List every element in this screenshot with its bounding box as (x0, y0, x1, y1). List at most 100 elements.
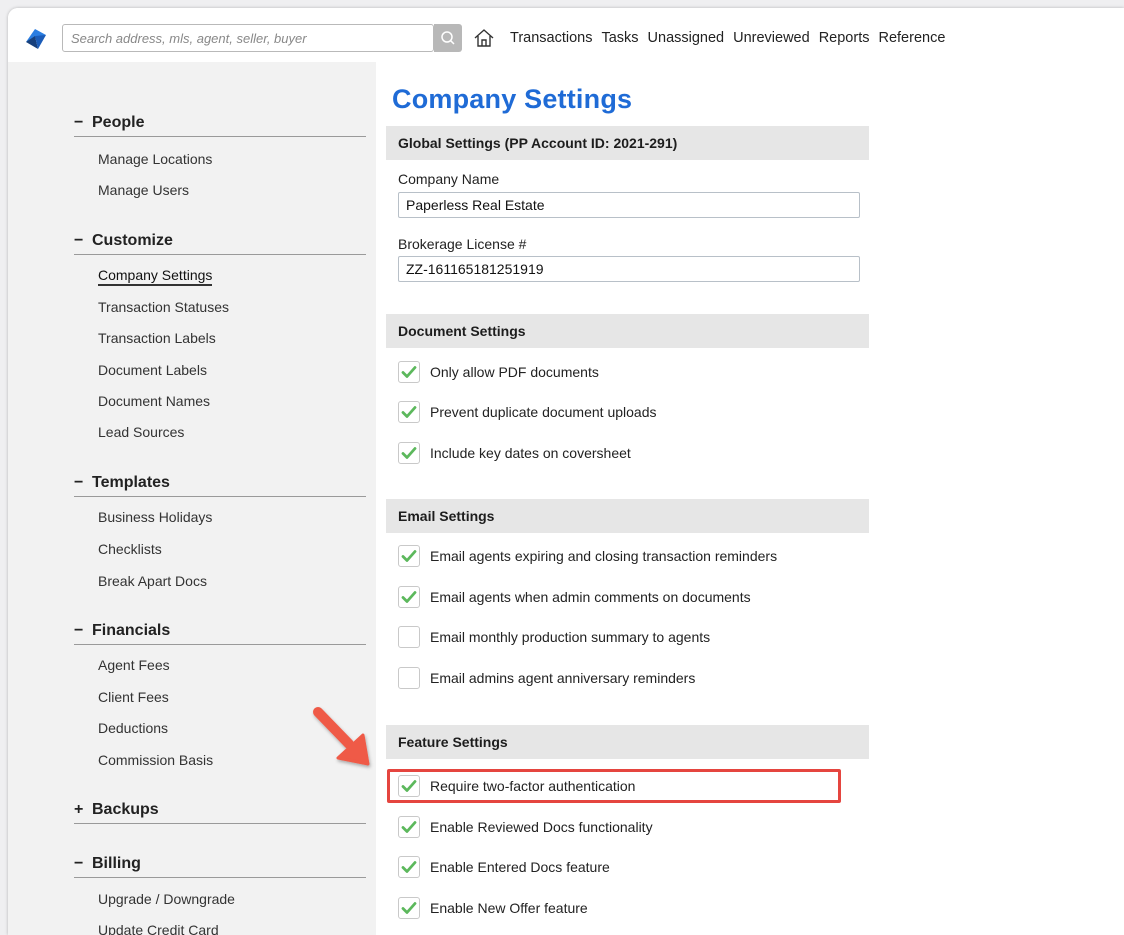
checkbox[interactable] (398, 586, 420, 608)
section-title: Customize (92, 232, 173, 249)
main-nav: Transactions Tasks Unassigned Unreviewed… (510, 30, 945, 46)
checkbox[interactable] (398, 897, 420, 919)
sidebar-item-update-credit-card[interactable]: Update Credit Card (98, 922, 219, 935)
section-title: Backups (92, 801, 159, 818)
check-icon (401, 550, 417, 562)
checkbox[interactable] (398, 401, 420, 423)
page-title: Company Settings (392, 84, 633, 114)
section-people[interactable]: − People (74, 114, 366, 137)
logo-icon[interactable] (24, 26, 48, 50)
section-customize[interactable]: − Customize (74, 232, 366, 255)
sidebar-item-agent-fees[interactable]: Agent Fees (98, 657, 170, 673)
option-label: Email agents expiring and closing transa… (430, 548, 778, 564)
collapse-icon: − (74, 232, 84, 249)
collapse-icon: − (74, 474, 84, 491)
option-label: Prevent duplicate document uploads (430, 404, 657, 420)
option-label: Include key dates on coversheet (430, 445, 631, 461)
nav-transactions[interactable]: Transactions (510, 30, 592, 46)
section-title: Financials (92, 622, 171, 639)
section-title: Billing (92, 855, 141, 872)
sidebar-item-client-fees[interactable]: Client Fees (98, 689, 169, 705)
check-icon (401, 861, 417, 873)
check-icon (401, 780, 417, 792)
collapse-icon: − (74, 622, 84, 639)
license-field[interactable] (398, 256, 860, 282)
collapse-icon: − (74, 114, 84, 131)
checkbox[interactable] (398, 442, 420, 464)
option-pdf-only[interactable]: Only allow PDF documents (398, 361, 599, 383)
section-financials[interactable]: − Financials (74, 622, 366, 645)
checkbox[interactable] (398, 545, 420, 567)
option-two-factor[interactable]: Require two-factor authentication (398, 775, 635, 797)
app-window: Transactions Tasks Unassigned Unreviewed… (8, 8, 1124, 935)
sidebar-item-company-settings[interactable]: Company Settings (98, 267, 213, 286)
option-email-expiring[interactable]: Email agents expiring and closing transa… (398, 545, 777, 567)
sidebar-item-business-holidays[interactable]: Business Holidays (98, 509, 212, 525)
checkbox[interactable] (398, 361, 420, 383)
expand-icon: + (74, 801, 84, 818)
global-settings-header: Global Settings (PP Account ID: 2021-291… (386, 126, 869, 160)
option-label: Email admins agent anniversary reminders (430, 670, 696, 686)
email-settings-header: Email Settings (386, 499, 869, 533)
checkbox[interactable] (398, 626, 420, 648)
sidebar-item-manage-users[interactable]: Manage Users (98, 182, 189, 198)
collapse-icon: − (74, 855, 84, 872)
search-input[interactable] (62, 24, 434, 52)
checkbox[interactable] (398, 667, 420, 689)
company-name-label: Company Name (398, 171, 500, 187)
nav-unreviewed[interactable]: Unreviewed (733, 30, 810, 46)
sidebar-item-document-labels[interactable]: Document Labels (98, 362, 207, 378)
option-label: Require two-factor authentication (430, 778, 636, 794)
check-icon (401, 591, 417, 603)
sidebar-item-upgrade-downgrade[interactable]: Upgrade / Downgrade (98, 891, 235, 907)
check-icon (401, 821, 417, 833)
checkbox[interactable] (398, 856, 420, 878)
check-icon (401, 406, 417, 418)
check-icon (401, 366, 417, 378)
sidebar-item-commission-basis[interactable]: Commission Basis (98, 752, 213, 768)
option-reviewed-docs[interactable]: Enable Reviewed Docs functionality (398, 816, 653, 838)
option-label: Only allow PDF documents (430, 364, 599, 380)
option-new-offer[interactable]: Enable New Offer feature (398, 897, 588, 919)
option-entered-docs[interactable]: Enable Entered Docs feature (398, 856, 610, 878)
option-label: Enable New Offer feature (430, 900, 588, 916)
main-content: Company Settings Global Settings (PP Acc… (376, 62, 1124, 935)
home-button[interactable] (472, 26, 496, 50)
option-label: Enable Entered Docs feature (430, 859, 610, 875)
section-title: Templates (92, 474, 170, 491)
nav-reference[interactable]: Reference (878, 30, 945, 46)
sidebar-item-transaction-statuses[interactable]: Transaction Statuses (98, 299, 229, 315)
option-label: Enable Reviewed Docs functionality (430, 819, 653, 835)
nav-reports[interactable]: Reports (819, 30, 870, 46)
search-icon (441, 31, 455, 45)
home-icon (474, 29, 494, 47)
option-key-dates[interactable]: Include key dates on coversheet (398, 442, 631, 464)
nav-unassigned[interactable]: Unassigned (648, 30, 725, 46)
sidebar-item-manage-locations[interactable]: Manage Locations (98, 151, 212, 167)
sidebar: − People Manage Locations Manage Users − C… (8, 62, 376, 935)
document-settings-header: Document Settings (386, 314, 869, 348)
sidebar-item-lead-sources[interactable]: Lead Sources (98, 424, 184, 440)
option-email-monthly-summary[interactable]: Email monthly production summary to agen… (398, 626, 710, 648)
sidebar-item-document-names[interactable]: Document Names (98, 393, 210, 409)
top-bar: Transactions Tasks Unassigned Unreviewed… (8, 8, 1124, 62)
sidebar-item-checklists[interactable]: Checklists (98, 541, 162, 557)
nav-tasks[interactable]: Tasks (601, 30, 638, 46)
sidebar-item-transaction-labels[interactable]: Transaction Labels (98, 330, 216, 346)
option-prevent-duplicates[interactable]: Prevent duplicate document uploads (398, 401, 656, 423)
option-email-anniversary[interactable]: Email admins agent anniversary reminders (398, 667, 695, 689)
search-button[interactable] (434, 24, 462, 52)
section-billing[interactable]: − Billing (74, 855, 366, 878)
option-email-admin-comments[interactable]: Email agents when admin comments on docu… (398, 586, 751, 608)
check-icon (401, 447, 417, 459)
sidebar-item-deductions[interactable]: Deductions (98, 720, 168, 736)
section-templates[interactable]: − Templates (74, 474, 366, 497)
checkbox[interactable] (398, 816, 420, 838)
section-title: People (92, 114, 145, 131)
checkbox[interactable] (398, 775, 420, 797)
sidebar-item-break-apart-docs[interactable]: Break Apart Docs (98, 573, 207, 589)
license-label: Brokerage License # (398, 236, 527, 252)
check-icon (401, 902, 417, 914)
company-name-field[interactable] (398, 192, 860, 218)
section-backups[interactable]: + Backups (74, 801, 366, 824)
